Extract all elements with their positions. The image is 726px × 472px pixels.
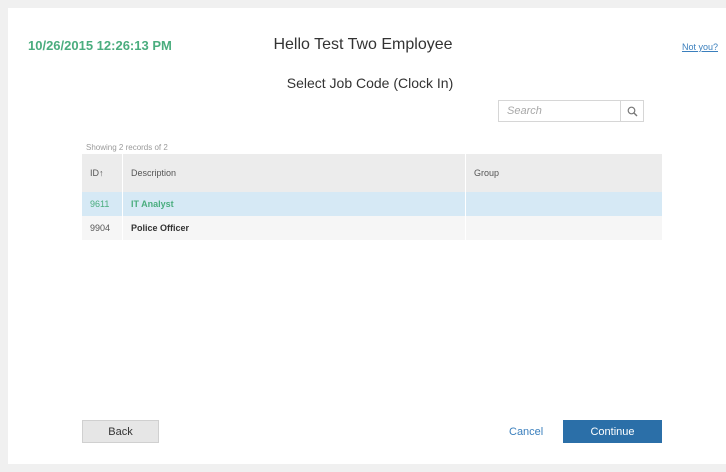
cell-id: 9904: [82, 216, 123, 240]
table-header-row: ID↑ Description Group: [82, 154, 662, 192]
table-row[interactable]: 9611 IT Analyst: [82, 192, 662, 216]
page-subtitle: Select Job Code (Clock In): [286, 75, 454, 91]
column-header-group[interactable]: Group: [465, 154, 662, 192]
cell-group: [465, 216, 662, 240]
search-box: [498, 100, 644, 122]
column-header-id[interactable]: ID↑: [82, 154, 123, 192]
records-info: Showing 2 records of 2: [86, 143, 168, 152]
column-header-description[interactable]: Description: [122, 154, 466, 192]
table-row[interactable]: 9904 Police Officer: [82, 216, 662, 240]
greeting-title: Hello Test Two Employee: [273, 36, 453, 53]
search-input[interactable]: [499, 101, 620, 121]
job-code-table: ID↑ Description Group 9611 IT Analyst 99…: [82, 154, 662, 240]
continue-button[interactable]: Continue: [563, 420, 662, 443]
cell-id: 9611: [82, 192, 123, 216]
search-button[interactable]: [620, 101, 643, 121]
cell-group: [465, 192, 662, 216]
cell-description: Police Officer: [122, 216, 466, 240]
cell-description: IT Analyst: [122, 192, 466, 216]
not-you-link[interactable]: Not you?: [682, 42, 718, 52]
search-icon: [627, 106, 637, 116]
back-button[interactable]: Back: [82, 420, 159, 443]
cancel-button[interactable]: Cancel: [509, 426, 543, 438]
